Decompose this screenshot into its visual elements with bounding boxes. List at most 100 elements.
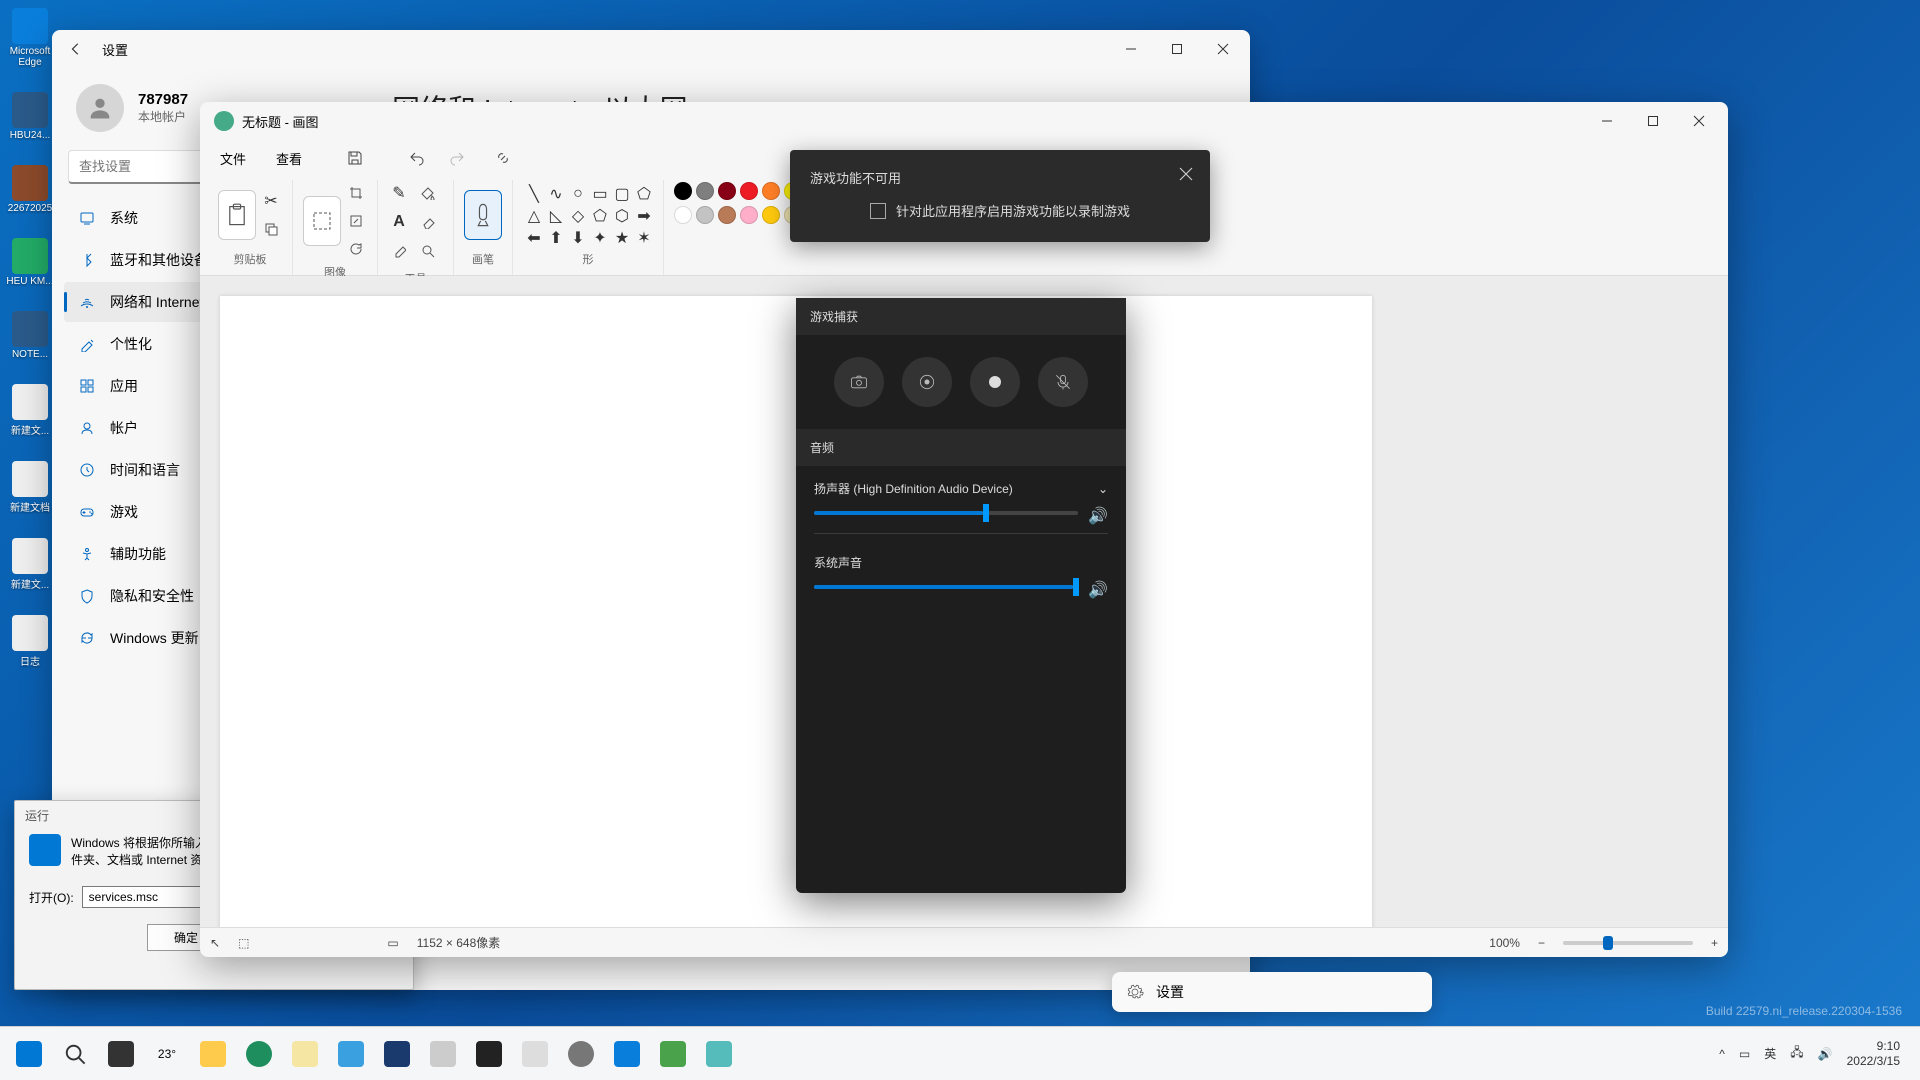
volume-icon[interactable]: 🔊 xyxy=(1088,580,1108,600)
desktop-icon[interactable]: 新建文... xyxy=(6,384,54,437)
color-swatch[interactable] xyxy=(696,182,714,200)
zoom-in-button[interactable]: + xyxy=(1711,936,1718,950)
shape-triangle-icon[interactable]: △ xyxy=(523,205,545,227)
close-button[interactable] xyxy=(1200,30,1246,68)
rotate-icon[interactable] xyxy=(345,238,367,260)
save-icon[interactable] xyxy=(338,141,372,175)
ime-indicator[interactable]: 英 xyxy=(1764,1045,1776,1062)
fill-tool-icon[interactable] xyxy=(417,182,439,204)
settings-taskbar-icon[interactable] xyxy=(560,1033,602,1075)
paste-button[interactable] xyxy=(218,190,256,240)
shape-diamond-icon[interactable]: ◇ xyxy=(567,205,589,227)
shape-hexagon-icon[interactable]: ⬡ xyxy=(611,205,633,227)
enable-game-checkbox[interactable] xyxy=(870,203,886,219)
paint-minimize-button[interactable] xyxy=(1584,102,1630,140)
app-taskbar-icon[interactable] xyxy=(514,1033,556,1075)
edge-taskbar-icon[interactable] xyxy=(238,1033,280,1075)
weather-widget[interactable]: 23° xyxy=(146,1033,188,1075)
cut-icon[interactable]: ✂ xyxy=(260,190,282,212)
paint-maximize-button[interactable] xyxy=(1630,102,1676,140)
shape-oval-icon[interactable]: ○ xyxy=(567,183,589,205)
settings-quick-button[interactable]: 设置 xyxy=(1112,972,1432,1012)
explorer-taskbar-icon[interactable] xyxy=(192,1033,234,1075)
app-taskbar-icon[interactable] xyxy=(422,1033,464,1075)
terminal-taskbar-icon[interactable] xyxy=(468,1033,510,1075)
shape-star4-icon[interactable]: ✦ xyxy=(589,227,611,249)
security-taskbar-icon[interactable] xyxy=(606,1033,648,1075)
desktop-icon[interactable]: 22672025 xyxy=(6,165,54,214)
shape-arrow-u-icon[interactable]: ⬆ xyxy=(545,227,567,249)
search-button[interactable] xyxy=(54,1033,96,1075)
volume-tray-icon[interactable]: 🔊 xyxy=(1818,1047,1833,1061)
brush-tool[interactable] xyxy=(464,190,502,240)
desktop-icon[interactable]: Microsoft Edge xyxy=(6,8,54,68)
close-icon[interactable] xyxy=(1172,160,1200,188)
taskview-button[interactable] xyxy=(100,1033,142,1075)
copy-icon[interactable] xyxy=(260,218,282,240)
clock[interactable]: 9:10 2022/3/15 xyxy=(1847,1039,1900,1068)
shape-arrow-d-icon[interactable]: ⬇ xyxy=(567,227,589,249)
record-button[interactable] xyxy=(970,357,1020,407)
desktop-icon[interactable]: NOTE... xyxy=(6,311,54,360)
system-volume-slider[interactable] xyxy=(814,585,1078,589)
shape-rtriangle-icon[interactable]: ◺ xyxy=(545,205,567,227)
picker-tool-icon[interactable] xyxy=(388,240,410,262)
menu-file[interactable]: 文件 xyxy=(208,143,258,174)
shape-rect-icon[interactable]: ▭ xyxy=(589,183,611,205)
shape-arrow-l-icon[interactable]: ⬅ xyxy=(523,227,545,249)
shape-star5-icon[interactable]: ★ xyxy=(611,227,633,249)
shape-star6-icon[interactable]: ✶ xyxy=(633,227,655,249)
shape-arrow-r-icon[interactable]: ➡ xyxy=(633,205,655,227)
tray-display-icon[interactable]: ▭ xyxy=(1739,1047,1750,1061)
zoom-out-button[interactable]: − xyxy=(1538,936,1545,950)
chevron-down-icon[interactable]: ⌄ xyxy=(1098,482,1108,496)
desktop-icon[interactable]: HEU KM... xyxy=(6,238,54,287)
shape-line-icon[interactable]: ╲ xyxy=(523,183,545,205)
zoom-slider[interactable] xyxy=(1563,941,1693,945)
notepad-taskbar-icon[interactable] xyxy=(284,1033,326,1075)
desktop-icon[interactable]: HBU24... xyxy=(6,92,54,141)
app-taskbar-icon[interactable] xyxy=(330,1033,372,1075)
color-swatch[interactable] xyxy=(718,206,736,224)
record-last-button[interactable] xyxy=(902,357,952,407)
color-swatch[interactable] xyxy=(762,182,780,200)
color-swatch[interactable] xyxy=(674,206,692,224)
crop-icon[interactable] xyxy=(345,182,367,204)
paint-close-button[interactable] xyxy=(1676,102,1722,140)
maximize-button[interactable] xyxy=(1154,30,1200,68)
color-swatch[interactable] xyxy=(762,206,780,224)
mic-toggle-button[interactable] xyxy=(1038,357,1088,407)
undo-icon[interactable] xyxy=(400,141,434,175)
link-icon[interactable] xyxy=(486,141,520,175)
menu-view[interactable]: 查看 xyxy=(264,143,314,174)
tray-chevron-icon[interactable]: ^ xyxy=(1719,1047,1725,1061)
color-swatch[interactable] xyxy=(674,182,692,200)
text-tool-icon[interactable]: A xyxy=(388,211,410,233)
start-button[interactable] xyxy=(8,1033,50,1075)
shape-roundrect-icon[interactable]: ▢ xyxy=(611,183,633,205)
shape-pentagon-icon[interactable]: ⬠ xyxy=(589,205,611,227)
pencil-tool-icon[interactable]: ✎ xyxy=(388,182,410,204)
select-tool[interactable] xyxy=(303,196,341,246)
minimize-button[interactable] xyxy=(1108,30,1154,68)
color-swatch[interactable] xyxy=(696,206,714,224)
network-icon[interactable]: 🖧 xyxy=(1790,1043,1803,1064)
powershell-taskbar-icon[interactable] xyxy=(376,1033,418,1075)
desktop-icon[interactable]: 新建文... xyxy=(6,538,54,591)
volume-icon[interactable]: 🔊 xyxy=(1088,506,1108,526)
desktop-icon[interactable]: 新建文档 xyxy=(6,461,54,514)
screenshot-button[interactable] xyxy=(834,357,884,407)
app-taskbar-icon[interactable] xyxy=(652,1033,694,1075)
eraser-tool-icon[interactable] xyxy=(417,211,439,233)
shape-polygon-icon[interactable]: ⬠ xyxy=(633,183,655,205)
color-swatch[interactable] xyxy=(740,182,758,200)
back-button[interactable] xyxy=(56,30,96,68)
shape-curve-icon[interactable]: ∿ xyxy=(545,183,567,205)
resize-icon[interactable] xyxy=(345,210,367,232)
color-swatch[interactable] xyxy=(718,182,736,200)
zoom-tool-icon[interactable] xyxy=(417,240,439,262)
app-taskbar-icon[interactable] xyxy=(698,1033,740,1075)
desktop-icon[interactable]: 日志 xyxy=(6,615,54,668)
speaker-volume-slider[interactable] xyxy=(814,511,1078,515)
color-swatch[interactable] xyxy=(740,206,758,224)
